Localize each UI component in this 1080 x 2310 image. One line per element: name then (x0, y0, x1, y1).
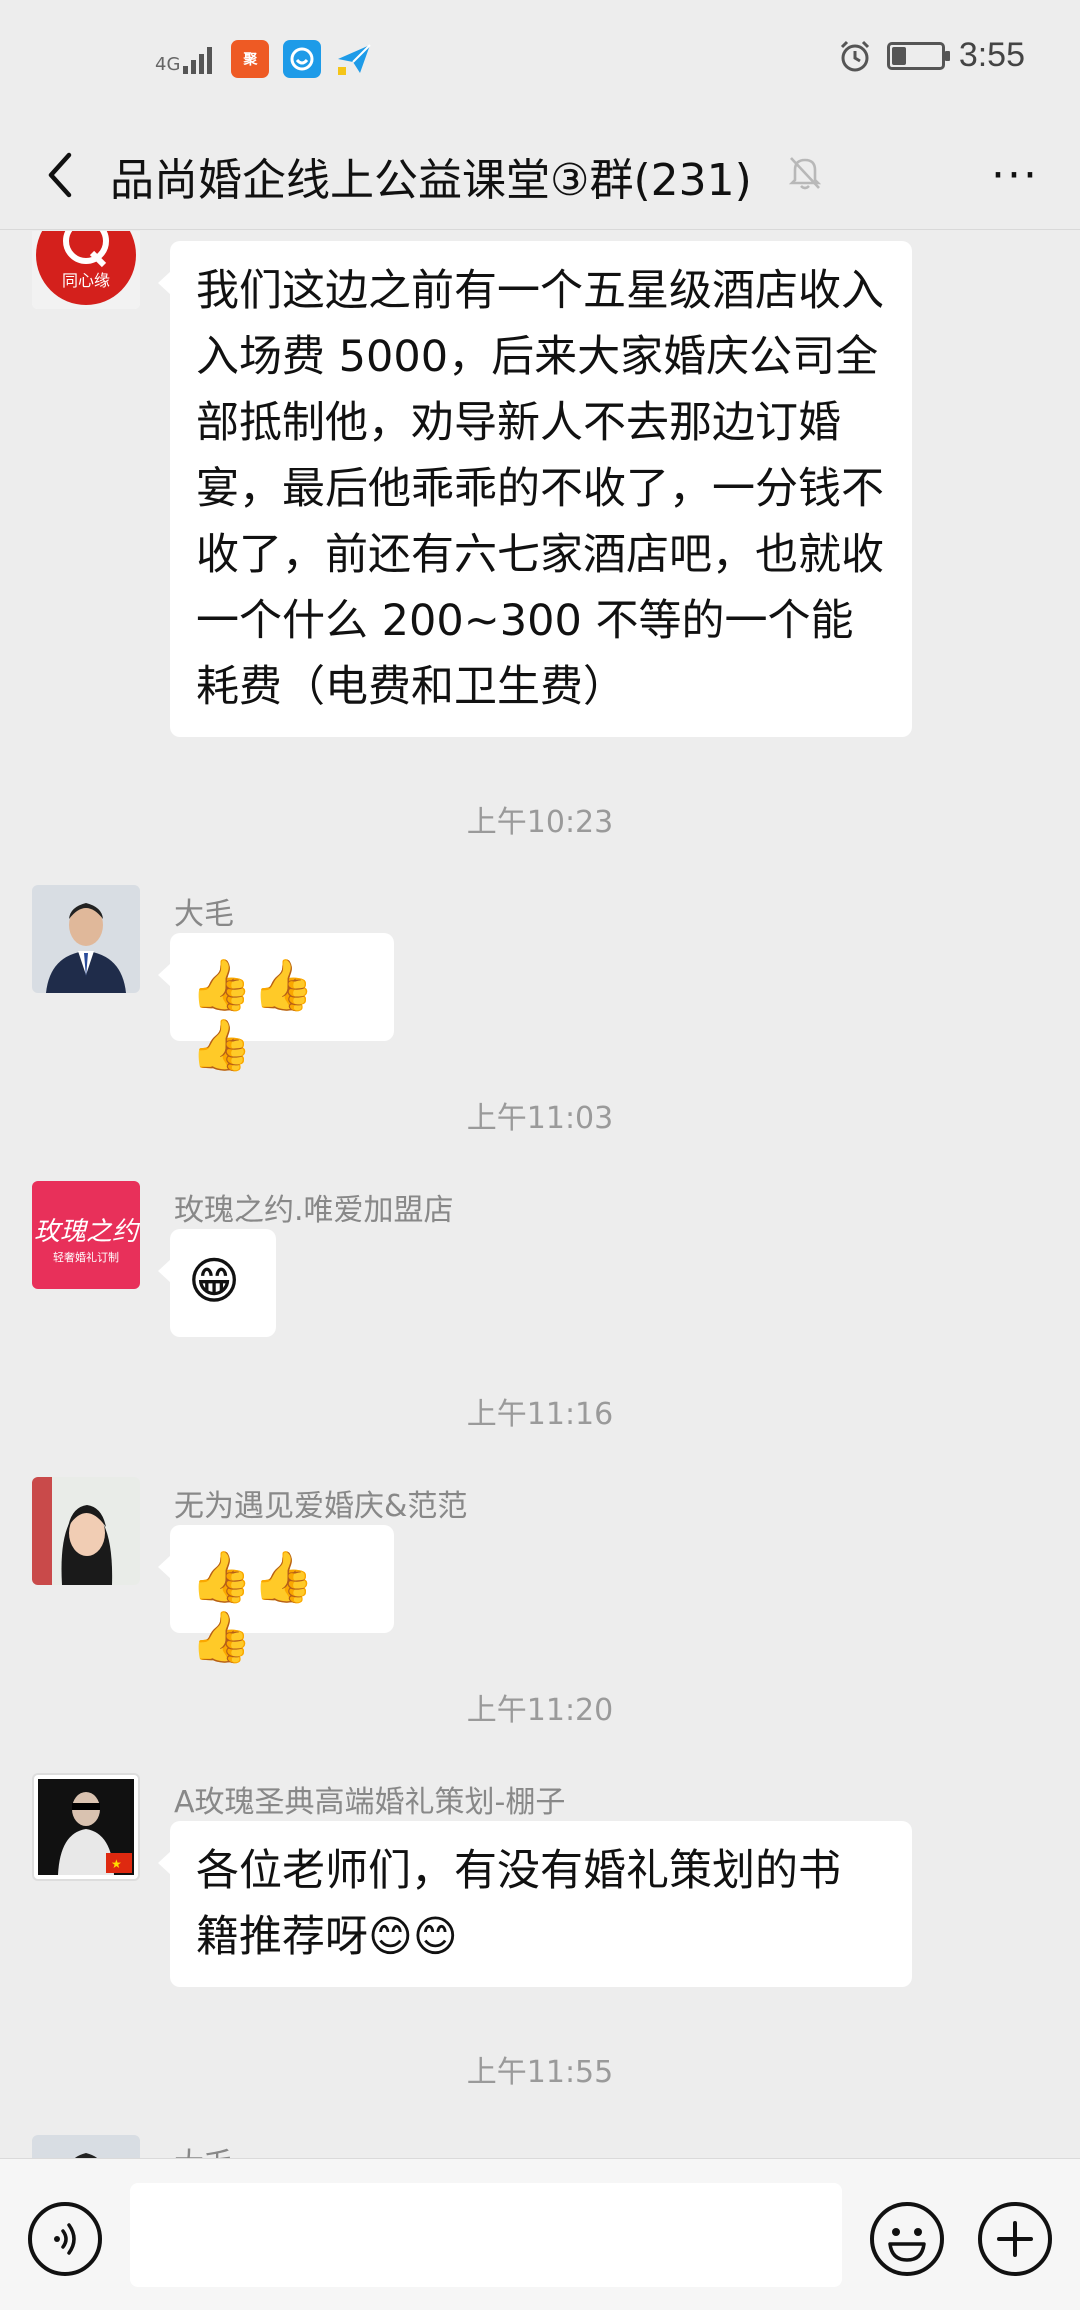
emoji-button[interactable] (870, 2202, 944, 2276)
status-bar: 4G 聚 3:55 (0, 0, 1080, 120)
signal-icon: 4G (155, 44, 217, 74)
chat-header: 品尚婚企线上公益课堂③群(231) ··· (0, 120, 1080, 230)
message-bubble[interactable]: 👍👍👍 (158, 933, 394, 1074)
avatar[interactable]: ★ (32, 1773, 140, 1881)
sender-name: 无为遇见爱婚庆&范范 (174, 1489, 468, 1524)
grinning-face-icon: 😁 (188, 1252, 241, 1310)
network-type: 4G (155, 54, 181, 75)
message-bubble[interactable]: 😁 (158, 1229, 276, 1337)
chat-messages[interactable]: 同心缘 我们这边之前有一个五星级酒店收入入场费 5000，后来大家婚庆公司全部抵… (0, 231, 1080, 2158)
sender-name: 玫瑰之约.唯爱加盟店 (174, 1193, 454, 1228)
avatar[interactable] (32, 2135, 140, 2158)
sender-name: 大毛 (174, 2139, 234, 2158)
message-text-line: 籍推荐呀 (196, 1912, 368, 1962)
avatar-label: 同心缘 (61, 271, 110, 290)
app-blue-icon (283, 40, 322, 78)
avatar[interactable] (32, 885, 140, 993)
svg-text:★: ★ (111, 1857, 122, 1871)
back-button[interactable] (30, 145, 90, 205)
status-time: 3:55 (958, 36, 1025, 74)
app-orange-icon: 聚 (231, 40, 270, 78)
message-timestamp: 上午11:16 (466, 1397, 614, 1432)
more-options-button[interactable]: ··· (985, 145, 1045, 205)
message-input[interactable] (130, 2183, 842, 2287)
avatar-sublabel: 轻奢婚礼订制 (53, 1251, 119, 1264)
avatar[interactable]: 玫瑰之约 轻奢婚礼订制 (32, 1181, 140, 1289)
battery-icon (886, 41, 950, 70)
message-bubble[interactable]: 我们这边之前有一个五星级酒店收入入场费 5000，后来大家婚庆公司全部抵制他，劝… (158, 241, 912, 737)
bell-off-icon (788, 157, 822, 190)
message-bubble[interactable]: 各位老师们，有没有婚礼策划的书 籍推荐呀😊😊 (158, 1821, 912, 1987)
status-left: 4G 聚 (155, 40, 373, 78)
message-timestamp: 上午10:23 (466, 805, 614, 840)
more-functions-button[interactable] (978, 2202, 1052, 2276)
emoji-icon (888, 2228, 926, 2262)
plus-icon (997, 2221, 1033, 2257)
sender-name: A玫瑰圣典高端婚礼策划-棚子 (174, 1785, 566, 1820)
avatar-label: 玫瑰之约 (33, 1217, 138, 1247)
avatar[interactable]: 同心缘 (32, 231, 140, 309)
message-bubble[interactable]: 👍👍👍 (158, 1525, 394, 1666)
paper-plane-icon (335, 40, 373, 78)
chevron-left-icon (48, 152, 72, 198)
voice-button[interactable] (28, 2202, 102, 2276)
smiling-face-icon: 😊😊 (368, 1912, 458, 1962)
message-text-line: 各位老师们，有没有婚礼策划的书 (196, 1846, 841, 1896)
voice-icon (54, 2223, 76, 2255)
alarm-icon (840, 40, 869, 71)
input-bar (0, 2158, 1080, 2310)
message-text: 我们这边之前有一个五星级酒店收入入场费 5000，后来大家婚庆公司全部抵制他，劝… (196, 266, 884, 712)
chat-title[interactable]: 品尚婚企线上公益课堂③群(231) (110, 144, 752, 208)
message-timestamp: 上午11:03 (466, 1101, 614, 1136)
thumbs-up-icon: 👍👍👍 (190, 1548, 315, 1666)
message-timestamp: 上午11:55 (466, 2055, 614, 2090)
message-timestamp: 上午11:20 (466, 1693, 614, 1728)
avatar[interactable] (32, 1477, 140, 1585)
sender-name: 大毛 (174, 897, 234, 932)
status-right: 3:55 (837, 36, 1025, 75)
thumbs-up-icon: 👍👍👍 (190, 956, 315, 1074)
